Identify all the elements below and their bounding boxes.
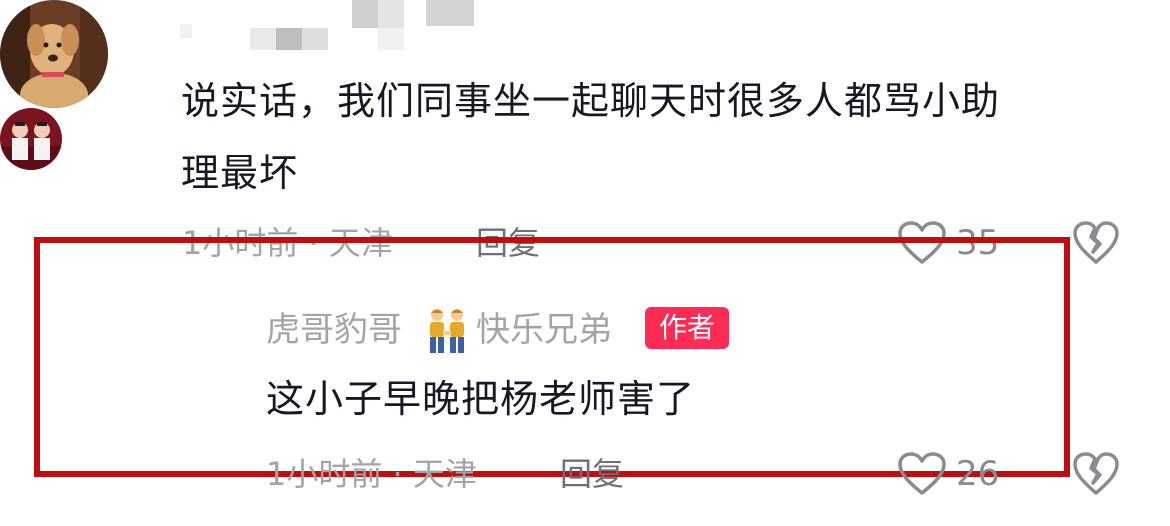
commenter-avatar[interactable] (0, 0, 108, 108)
author-avatar[interactable] (0, 108, 62, 170)
reply-location: 天津 (412, 455, 477, 493)
reply-like-count: 26 (956, 454, 1000, 494)
broken-heart-icon[interactable] (1072, 451, 1120, 497)
heart-outline-icon[interactable] (897, 451, 947, 497)
reply-reply-button[interactable]: 回复 (560, 454, 624, 494)
comment-text-line1: 说实话，我们同事坐一起聊天时很多人都骂小助 (181, 79, 1001, 123)
reply-text: 这小子早晚把杨老师害了 (266, 377, 696, 421)
comment-text-line2: 理最坏 (181, 151, 299, 195)
reply-time: 1小时前 (266, 455, 383, 493)
author-username-suffix[interactable]: 快乐兄弟 (476, 308, 612, 352)
author-username[interactable]: 虎哥豹哥 (266, 308, 402, 352)
meta-separator: · (392, 455, 403, 493)
blurred-username (180, 0, 500, 52)
author-badge: 作者 (645, 307, 729, 349)
reply-meta: 1小时前 · 天津 (266, 454, 477, 494)
couple-emoji-icon (424, 307, 470, 355)
broken-heart-icon[interactable] (1072, 220, 1120, 266)
highlight-box (34, 237, 1070, 477)
